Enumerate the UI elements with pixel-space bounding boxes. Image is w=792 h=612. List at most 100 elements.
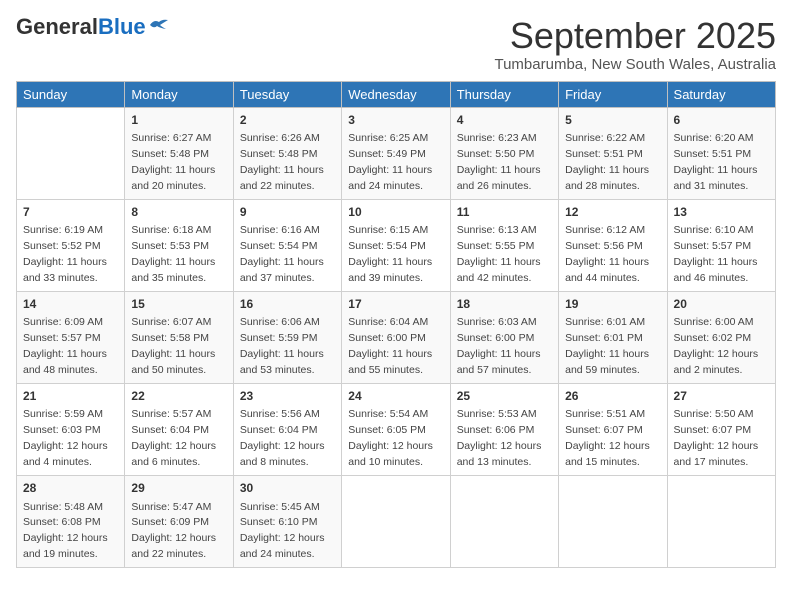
- calendar-cell: 9 Sunrise: 6:16 AMSunset: 5:54 PMDaylight…: [233, 199, 341, 291]
- day-info: Sunrise: 5:51 AMSunset: 6:07 PMDaylight:…: [565, 408, 650, 468]
- calendar-cell: 26 Sunrise: 5:51 AMSunset: 6:07 PMDayligh…: [559, 384, 667, 476]
- day-number: 23: [240, 388, 335, 405]
- day-number: 22: [131, 388, 226, 405]
- day-info: Sunrise: 6:18 AMSunset: 5:53 PMDaylight:…: [131, 224, 215, 284]
- calendar-cell: 11 Sunrise: 6:13 AMSunset: 5:55 PMDayligh…: [450, 199, 558, 291]
- month-title: September 2025: [494, 16, 776, 56]
- calendar-header-row: SundayMondayTuesdayWednesdayThursdayFrid…: [17, 81, 776, 107]
- day-info: Sunrise: 5:57 AMSunset: 6:04 PMDaylight:…: [131, 408, 216, 468]
- day-info: Sunrise: 6:15 AMSunset: 5:54 PMDaylight:…: [348, 224, 432, 284]
- day-number: 7: [23, 204, 118, 221]
- week-row-4: 21 Sunrise: 5:59 AMSunset: 6:03 PMDayligh…: [17, 384, 776, 476]
- day-number: 29: [131, 480, 226, 497]
- day-number: 3: [348, 112, 443, 129]
- calendar-cell: 15 Sunrise: 6:07 AMSunset: 5:58 PMDayligh…: [125, 291, 233, 383]
- calendar-cell: 30Sunrise: 5:45 AMSunset: 6:10 PMDayligh…: [233, 476, 341, 568]
- calendar-cell: 27Sunrise: 5:50 AMSunset: 6:07 PMDayligh…: [667, 384, 775, 476]
- day-number: 24: [348, 388, 443, 405]
- day-info: Sunrise: 6:13 AMSunset: 5:55 PMDaylight:…: [457, 224, 541, 284]
- day-number: 16: [240, 296, 335, 313]
- calendar-cell: 2 Sunrise: 6:26 AMSunset: 5:48 PMDaylight…: [233, 107, 341, 199]
- day-info: Sunrise: 5:50 AMSunset: 6:07 PMDaylight:…: [674, 408, 759, 468]
- calendar-cell: 3Sunrise: 6:25 AMSunset: 5:49 PMDaylight…: [342, 107, 450, 199]
- calendar-cell: 7 Sunrise: 6:19 AMSunset: 5:52 PMDaylight…: [17, 199, 125, 291]
- day-info: Sunrise: 6:27 AMSunset: 5:48 PMDaylight:…: [131, 132, 215, 192]
- day-number: 28: [23, 480, 118, 497]
- day-info: Sunrise: 6:10 AMSunset: 5:57 PMDaylight:…: [674, 224, 758, 284]
- day-info: Sunrise: 6:06 AMSunset: 5:59 PMDaylight:…: [240, 316, 324, 376]
- day-number: 6: [674, 112, 769, 129]
- day-number: 26: [565, 388, 660, 405]
- day-info: Sunrise: 6:01 AMSunset: 6:01 PMDaylight:…: [565, 316, 649, 376]
- day-number: 11: [457, 204, 552, 221]
- calendar-cell: 8 Sunrise: 6:18 AMSunset: 5:53 PMDaylight…: [125, 199, 233, 291]
- day-header-friday: Friday: [559, 81, 667, 107]
- day-info: Sunrise: 5:59 AMSunset: 6:03 PMDaylight:…: [23, 408, 108, 468]
- title-block: September 2025 Tumbarumba, New South Wal…: [494, 16, 776, 73]
- day-header-saturday: Saturday: [667, 81, 775, 107]
- day-number: 21: [23, 388, 118, 405]
- day-number: 10: [348, 204, 443, 221]
- day-number: 25: [457, 388, 552, 405]
- day-header-thursday: Thursday: [450, 81, 558, 107]
- calendar-cell: 5 Sunrise: 6:22 AMSunset: 5:51 PMDaylight…: [559, 107, 667, 199]
- calendar-cell: [342, 476, 450, 568]
- calendar-cell: 6 Sunrise: 6:20 AMSunset: 5:51 PMDaylight…: [667, 107, 775, 199]
- day-number: 8: [131, 204, 226, 221]
- calendar-cell: [559, 476, 667, 568]
- calendar-cell: 25 Sunrise: 5:53 AMSunset: 6:06 PMDayligh…: [450, 384, 558, 476]
- calendar-cell: 23 Sunrise: 5:56 AMSunset: 6:04 PMDayligh…: [233, 384, 341, 476]
- calendar-cell: 13 Sunrise: 6:10 AMSunset: 5:57 PMDayligh…: [667, 199, 775, 291]
- week-row-3: 14 Sunrise: 6:09 AMSunset: 5:57 PMDayligh…: [17, 291, 776, 383]
- day-header-monday: Monday: [125, 81, 233, 107]
- calendar-table: SundayMondayTuesdayWednesdayThursdayFrid…: [16, 81, 776, 569]
- calendar-cell: [17, 107, 125, 199]
- calendar-cell: 19 Sunrise: 6:01 AMSunset: 6:01 PMDayligh…: [559, 291, 667, 383]
- calendar-cell: 14 Sunrise: 6:09 AMSunset: 5:57 PMDayligh…: [17, 291, 125, 383]
- day-number: 15: [131, 296, 226, 313]
- day-number: 19: [565, 296, 660, 313]
- day-number: 14: [23, 296, 118, 313]
- calendar-cell: 24 Sunrise: 5:54 AMSunset: 6:05 PMDayligh…: [342, 384, 450, 476]
- day-number: 17: [348, 296, 443, 313]
- page-header: GeneralBlue September 2025 Tumbarumba, N…: [16, 16, 776, 73]
- day-info: Sunrise: 6:22 AMSunset: 5:51 PMDaylight:…: [565, 132, 649, 192]
- day-info: Sunrise: 6:23 AMSunset: 5:50 PMDaylight:…: [457, 132, 541, 192]
- day-number: 20: [674, 296, 769, 313]
- day-info: Sunrise: 6:19 AMSunset: 5:52 PMDaylight:…: [23, 224, 107, 284]
- day-number: 4: [457, 112, 552, 129]
- day-info: Sunrise: 5:48 AMSunset: 6:08 PMDaylight:…: [23, 501, 108, 561]
- day-info: Sunrise: 5:56 AMSunset: 6:04 PMDaylight:…: [240, 408, 325, 468]
- logo: GeneralBlue: [16, 16, 170, 38]
- day-number: 13: [674, 204, 769, 221]
- day-number: 1: [131, 112, 226, 129]
- calendar-cell: 10 Sunrise: 6:15 AMSunset: 5:54 PMDayligh…: [342, 199, 450, 291]
- day-number: 30: [240, 480, 335, 497]
- calendar-cell: 12Sunrise: 6:12 AMSunset: 5:56 PMDayligh…: [559, 199, 667, 291]
- calendar-cell: 21 Sunrise: 5:59 AMSunset: 6:03 PMDayligh…: [17, 384, 125, 476]
- calendar-cell: [667, 476, 775, 568]
- day-header-wednesday: Wednesday: [342, 81, 450, 107]
- day-info: Sunrise: 5:54 AMSunset: 6:05 PMDaylight:…: [348, 408, 433, 468]
- day-info: Sunrise: 6:09 AMSunset: 5:57 PMDaylight:…: [23, 316, 107, 376]
- day-info: Sunrise: 6:03 AMSunset: 6:00 PMDaylight:…: [457, 316, 541, 376]
- week-row-1: 1 Sunrise: 6:27 AMSunset: 5:48 PMDaylight…: [17, 107, 776, 199]
- day-info: Sunrise: 6:16 AMSunset: 5:54 PMDaylight:…: [240, 224, 324, 284]
- day-header-sunday: Sunday: [17, 81, 125, 107]
- day-number: 5: [565, 112, 660, 129]
- calendar-cell: 1 Sunrise: 6:27 AMSunset: 5:48 PMDaylight…: [125, 107, 233, 199]
- day-number: 9: [240, 204, 335, 221]
- calendar-cell: 4 Sunrise: 6:23 AMSunset: 5:50 PMDaylight…: [450, 107, 558, 199]
- day-info: Sunrise: 6:00 AMSunset: 6:02 PMDaylight:…: [674, 316, 759, 376]
- calendar-cell: 20 Sunrise: 6:00 AMSunset: 6:02 PMDayligh…: [667, 291, 775, 383]
- day-info: Sunrise: 6:07 AMSunset: 5:58 PMDaylight:…: [131, 316, 215, 376]
- calendar-cell: 29Sunrise: 5:47 AMSunset: 6:09 PMDayligh…: [125, 476, 233, 568]
- day-number: 2: [240, 112, 335, 129]
- day-info: Sunrise: 6:20 AMSunset: 5:51 PMDaylight:…: [674, 132, 758, 192]
- day-info: Sunrise: 6:12 AMSunset: 5:56 PMDaylight:…: [565, 224, 649, 284]
- day-info: Sunrise: 6:04 AMSunset: 6:00 PMDaylight:…: [348, 316, 432, 376]
- calendar-cell: 16 Sunrise: 6:06 AMSunset: 5:59 PMDayligh…: [233, 291, 341, 383]
- day-info: Sunrise: 6:26 AMSunset: 5:48 PMDaylight:…: [240, 132, 324, 192]
- calendar-cell: 17 Sunrise: 6:04 AMSunset: 6:00 PMDayligh…: [342, 291, 450, 383]
- day-info: Sunrise: 5:53 AMSunset: 6:06 PMDaylight:…: [457, 408, 542, 468]
